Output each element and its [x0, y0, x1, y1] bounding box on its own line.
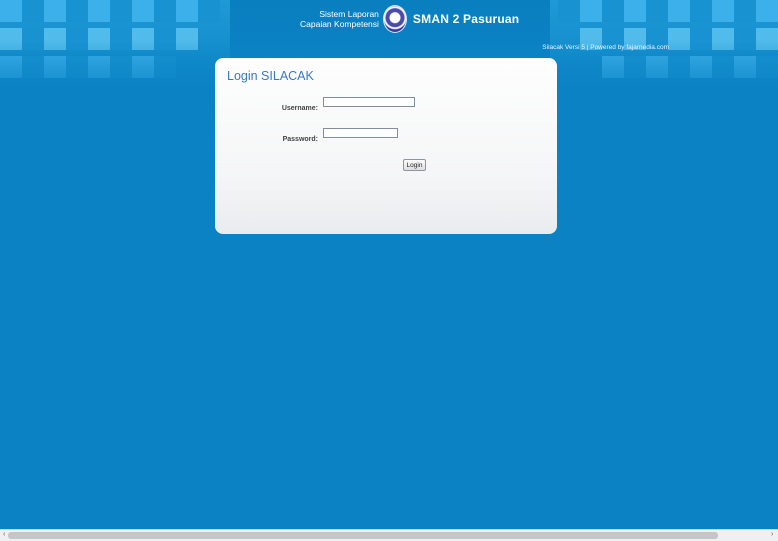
school-name: SMAN 2 Pasuruan	[412, 12, 520, 26]
username-input[interactable]	[323, 97, 415, 107]
chevron-left-icon[interactable]: ‹	[3, 531, 5, 538]
password-label: Password:	[282, 136, 318, 143]
chevron-right-icon[interactable]: ›	[771, 531, 773, 538]
app-subtitle-line1: Sistem Laporan	[319, 9, 379, 19]
header-brand: Sistem Laporan Capaian Kompetensi SMAN 2…	[300, 4, 519, 34]
password-input[interactable]	[323, 128, 398, 138]
school-emblem-icon	[382, 5, 407, 33]
login-button[interactable]: Login	[403, 159, 426, 171]
horizontal-scrollbar[interactable]: ‹ ›	[0, 529, 778, 541]
app-subtitle-line2: Capaian Kompetensi	[300, 19, 379, 29]
login-panel: Login SILACAK Username: Password: Login	[215, 58, 557, 234]
scrollbar-thumb[interactable]	[8, 532, 718, 539]
login-title: Login SILACAK	[227, 69, 314, 83]
app-subtitle: Sistem Laporan Capaian Kompetensi	[300, 9, 379, 29]
username-label: Username:	[281, 105, 318, 112]
version-text: Silacak Versi 5 | Powered by fajarnedia.…	[542, 44, 669, 51]
